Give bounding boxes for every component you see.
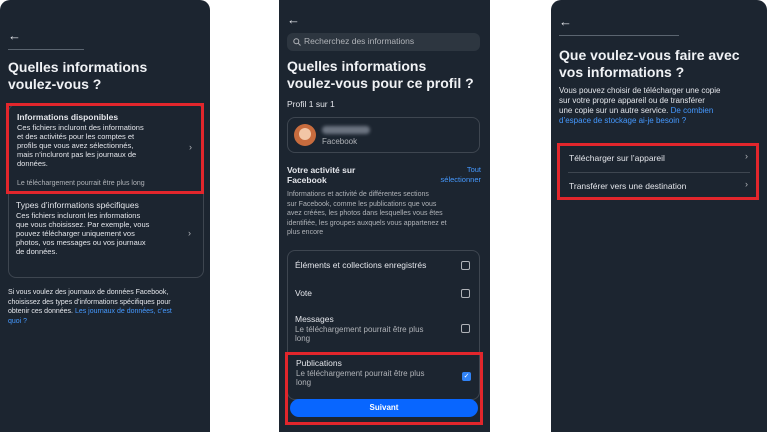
avatar bbox=[294, 124, 316, 146]
screen-choose-info-type: ← Quelles informations voulez-vous ? Inf… bbox=[0, 0, 210, 432]
footer-note: Si vous voulez des journaux de données F… bbox=[8, 288, 208, 326]
profile-platform: Facebook bbox=[322, 137, 358, 146]
page-description: Vous pouvez choisir de télécharger une c… bbox=[559, 86, 764, 126]
item-note: Le téléchargement pourrait être plus lon… bbox=[295, 325, 424, 343]
item-checkbox[interactable] bbox=[461, 289, 470, 298]
item-label: Vote bbox=[295, 288, 313, 298]
data-logs-link[interactable]: Les journaux de données, c’est bbox=[75, 308, 172, 315]
select-all-link[interactable]: Tout sélectionner bbox=[429, 165, 481, 184]
back-arrow-icon[interactable]: ← bbox=[287, 13, 300, 26]
action-options: Télécharger sur l’appareil › Transférer … bbox=[557, 143, 759, 200]
option-specific-info[interactable]: Types d’informations spécifiques Ces fic… bbox=[8, 196, 204, 276]
option-note: Le téléchargement pourrait être plus lon… bbox=[17, 180, 145, 187]
page-title: Quelles informations voulez-vous pour ce… bbox=[287, 58, 474, 91]
search-placeholder: Recherchez des informations bbox=[304, 36, 415, 46]
option-description: Ces fichiers incluront des informations … bbox=[17, 123, 144, 168]
item-checkbox[interactable] bbox=[461, 324, 470, 333]
page-title: Quelles informations voulez-vous ? bbox=[8, 59, 148, 92]
data-logs-link-cont[interactable]: quoi ? bbox=[8, 317, 208, 327]
activity-title: Votre activité sur Facebook bbox=[287, 165, 356, 185]
chevron-right-icon: › bbox=[745, 179, 748, 189]
option-available-info[interactable]: Informations disponibles Ces fichiers in… bbox=[6, 103, 204, 194]
page-title: Que voulez-vous faire avec vos informati… bbox=[559, 47, 740, 80]
chevron-right-icon: › bbox=[189, 142, 192, 152]
option-label: Télécharger sur l’appareil bbox=[569, 153, 665, 163]
chevron-right-icon: › bbox=[745, 151, 748, 161]
next-button[interactable]: Suivant bbox=[290, 399, 478, 417]
item-label: Publications bbox=[296, 358, 342, 368]
screen-choose-action: ← Que voulez-vous faire avec vos informa… bbox=[551, 0, 767, 432]
list-item[interactable]: Messages Le téléchargement pourrait être… bbox=[287, 311, 480, 347]
header-divider bbox=[8, 49, 84, 50]
profile-card[interactable]: Facebook bbox=[287, 117, 480, 153]
item-label: Éléments et collections enregistrés bbox=[295, 260, 427, 270]
search-icon bbox=[293, 38, 301, 46]
storage-help-link[interactable]: De combien bbox=[671, 106, 714, 115]
option-title: Informations disponibles bbox=[17, 112, 119, 122]
chevron-right-icon: › bbox=[188, 228, 191, 238]
search-input[interactable]: Recherchez des informations bbox=[287, 33, 480, 51]
back-arrow-icon[interactable]: ← bbox=[8, 29, 21, 42]
profile-count: Profil 1 sur 1 bbox=[287, 99, 335, 109]
checkmark-icon[interactable]: ✓ bbox=[462, 372, 471, 381]
list-item[interactable]: Éléments et collections enregistrés bbox=[287, 256, 480, 276]
storage-help-link-cont[interactable]: d’espace de stockage ai-je besoin ? bbox=[559, 116, 764, 126]
item-note: Le téléchargement pourrait être plus lon… bbox=[296, 369, 425, 387]
highlighted-publications: Publications Le téléchargement pourrait … bbox=[285, 352, 483, 425]
option-title: Types d’informations spécifiques bbox=[16, 200, 139, 210]
activity-description: Informations et activité de différentes … bbox=[287, 191, 447, 236]
header-divider bbox=[559, 35, 679, 36]
profile-name-redacted bbox=[322, 126, 370, 134]
transfer-option[interactable]: Transférer vers une destination › bbox=[560, 173, 756, 198]
download-option[interactable]: Télécharger sur l’appareil › bbox=[560, 146, 756, 171]
item-label: Messages bbox=[295, 314, 334, 324]
option-label: Transférer vers une destination bbox=[569, 181, 687, 191]
list-item[interactable]: Vote bbox=[287, 284, 480, 304]
screen-choose-profile-info: ← Recherchez des informations Quelles in… bbox=[279, 0, 490, 432]
option-description: Ces fichiers incluront les informations … bbox=[16, 211, 150, 256]
back-arrow-icon[interactable]: ← bbox=[559, 15, 572, 28]
item-checkbox[interactable] bbox=[461, 261, 470, 270]
